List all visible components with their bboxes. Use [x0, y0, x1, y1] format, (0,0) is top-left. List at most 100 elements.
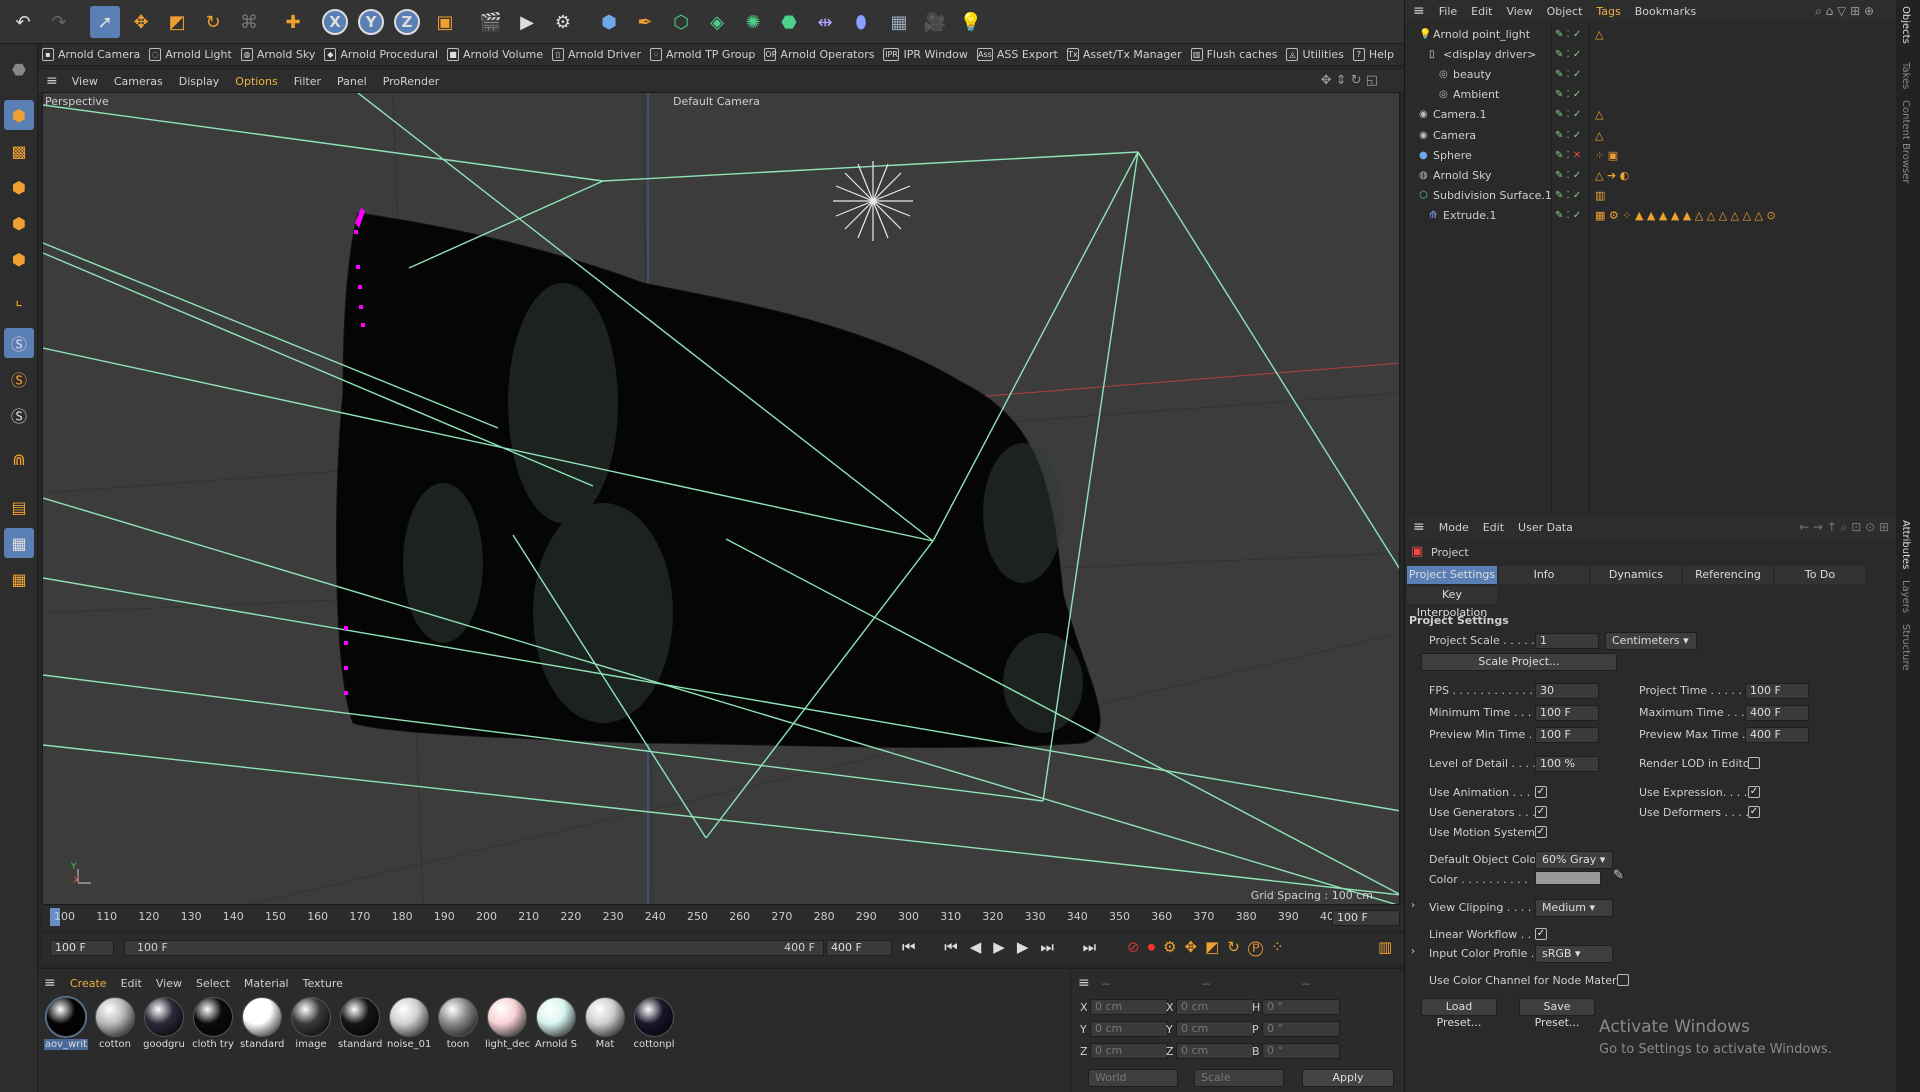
- visibility-toggle-icon[interactable]: ✎ ⁚ ✓: [1555, 29, 1581, 40]
- max-time-field[interactable]: 400 F: [1745, 705, 1809, 721]
- material-swatch[interactable]: Arnold S: [534, 997, 578, 1057]
- flush-caches-button[interactable]: ▥ Flush caches: [1190, 48, 1277, 61]
- visibility-toggle-icon[interactable]: ✎ ⁚ ✓: [1555, 109, 1581, 120]
- coord-field[interactable]: 0 cm: [1090, 1043, 1168, 1059]
- viewport-nav-icons[interactable]: ✥ ⇕ ↻ ◱: [1321, 73, 1378, 88]
- use-expression-checkbox[interactable]: ✓: [1748, 786, 1760, 798]
- menu-object[interactable]: Object: [1547, 5, 1583, 18]
- rotate-icon[interactable]: ↻: [198, 6, 228, 38]
- add-icon[interactable]: ✚: [278, 6, 308, 38]
- input-profile-dropdown[interactable]: sRGB ▾: [1535, 945, 1613, 963]
- solo-hierarchy-icon[interactable]: Ⓢ: [4, 364, 34, 394]
- object-mode-icon[interactable]: ⬢: [4, 100, 34, 130]
- menu-select[interactable]: Select: [196, 977, 230, 990]
- object-row[interactable]: 💡 Arnold point_light ✎ ⁚ ✓ △: [1405, 24, 1897, 44]
- select-icon[interactable]: ➚: [90, 6, 120, 38]
- visibility-toggle-icon[interactable]: ✎ ⁚ ✓: [1555, 130, 1581, 141]
- attributes-nav-icons[interactable]: ← → ↑ ⌕ ⊡ ⊙ ⊞: [1799, 520, 1889, 535]
- chevron-right-icon[interactable]: ›: [1411, 900, 1415, 911]
- menu-view[interactable]: View: [156, 977, 182, 990]
- workplane-icon[interactable]: ▤: [4, 492, 34, 522]
- menu-tags[interactable]: Tags: [1596, 5, 1620, 18]
- material-swatch[interactable]: aov_writ: [44, 996, 88, 1057]
- visibility-toggle-icon[interactable]: ✎ ⁚ ✓: [1555, 210, 1581, 221]
- scale-project-button[interactable]: Scale Project...: [1421, 653, 1617, 671]
- tab-info[interactable]: Info: [1499, 566, 1589, 584]
- move-icon[interactable]: ✥: [126, 6, 156, 38]
- material-swatch[interactable]: cloth try: [191, 997, 235, 1057]
- menu-display[interactable]: Display: [179, 75, 220, 88]
- visibility-toggle-icon[interactable]: ✎ ⁚ ✓: [1555, 49, 1581, 60]
- start-frame-field[interactable]: 100 F: [50, 940, 114, 956]
- subdivision-icon[interactable]: ⬡: [666, 6, 696, 38]
- menu-create[interactable]: Create: [70, 977, 107, 990]
- grid-icon[interactable]: ▦: [4, 528, 34, 558]
- mograph-icon[interactable]: ✺: [738, 6, 768, 38]
- arnold-light-button[interactable]: ◌ Arnold Light: [149, 48, 232, 61]
- apply-button[interactable]: Apply: [1302, 1069, 1394, 1087]
- texture-mode-icon[interactable]: ▩: [4, 136, 34, 166]
- arnold-operators-button[interactable]: OP Arnold Operators: [764, 48, 874, 61]
- scale-dropdown[interactable]: Scale: [1194, 1069, 1284, 1087]
- fps-field[interactable]: 30: [1535, 683, 1599, 699]
- end-frame-field[interactable]: 400 F: [826, 940, 892, 956]
- coord-field[interactable]: 0 cm: [1176, 1043, 1254, 1059]
- visibility-toggle-icon[interactable]: ✎ ⁚ ✓: [1555, 170, 1581, 181]
- render-view-icon[interactable]: ▶: [512, 6, 542, 38]
- undo-icon[interactable]: ↶: [8, 6, 38, 38]
- coord-field[interactable]: 0 °: [1262, 1021, 1340, 1037]
- object-row[interactable]: ◎ beauty ✎ ⁚ ✓: [1405, 64, 1897, 84]
- coord-field[interactable]: 0 cm: [1090, 999, 1168, 1015]
- menu-filter[interactable]: Filter: [294, 75, 321, 88]
- use-generators-checkbox[interactable]: ✓: [1535, 806, 1547, 818]
- object-row[interactable]: ⟰ Extrude.1 ✎ ⁚ ✓ ▦ ⚙ ⁘ ▲ ▲ ▲ ▲ ▲ △ △ △ △ △…: [1405, 206, 1897, 226]
- side-tab-objects[interactable]: Objects: [1900, 6, 1911, 44]
- scale-icon[interactable]: ◩: [162, 6, 192, 38]
- locked-workplane-icon[interactable]: ▦: [4, 564, 34, 594]
- menu-view[interactable]: View: [72, 75, 98, 88]
- viewport-3d[interactable]: Perspective Default Camera Grid Spacing …: [42, 92, 1400, 905]
- polygons-mode-icon[interactable]: ⬢: [4, 244, 34, 274]
- menu-edit[interactable]: Edit: [1483, 521, 1504, 534]
- object-tags-icon[interactable]: △: [1595, 28, 1603, 41]
- material-swatch[interactable]: standard: [338, 997, 382, 1057]
- current-frame-field[interactable]: 100 F: [1332, 910, 1400, 926]
- project-scale-field[interactable]: 1: [1535, 633, 1599, 649]
- y-axis-button[interactable]: Y: [356, 6, 386, 38]
- deformer-icon[interactable]: ⇹: [810, 6, 840, 38]
- cloner-icon[interactable]: ⬣: [774, 6, 804, 38]
- redo-icon[interactable]: ↷: [44, 6, 74, 38]
- linear-workflow-checkbox[interactable]: ✓: [1535, 928, 1547, 940]
- hamburger-icon[interactable]: ≡: [1413, 3, 1425, 19]
- material-swatch[interactable]: cotton: [93, 997, 137, 1057]
- tab-key-interpolation[interactable]: Key Interpolation: [1407, 586, 1497, 619]
- load-preset-button[interactable]: Load Preset...: [1421, 998, 1497, 1029]
- menu-edit[interactable]: Edit: [121, 977, 142, 990]
- arnold-tp-group-button[interactable]: ⁘ Arnold TP Group: [649, 48, 755, 61]
- snap-icon[interactable]: ⋒: [4, 444, 34, 474]
- array-icon[interactable]: ◈: [702, 6, 732, 38]
- side-tab-layers[interactable]: Layers: [1900, 580, 1911, 613]
- use-motion-checkbox[interactable]: ✓: [1535, 826, 1547, 838]
- model-mode-icon[interactable]: ⬣: [4, 54, 34, 84]
- material-swatch[interactable]: light_dec: [485, 997, 530, 1057]
- ass-export-button[interactable]: Ass ASS Export: [976, 48, 1058, 61]
- hamburger-icon[interactable]: ≡: [1078, 975, 1090, 991]
- arnold-sky-button[interactable]: ◍ Arnold Sky: [240, 48, 315, 61]
- save-preset-button[interactable]: Save Preset...: [1519, 998, 1595, 1029]
- eyedropper-icon[interactable]: ✎: [1613, 868, 1624, 883]
- hamburger-icon[interactable]: ≡: [44, 975, 56, 991]
- object-tags-icon[interactable]: ⁘ ▣: [1595, 149, 1618, 162]
- transport-buttons[interactable]: ⏮ ⏮◀▶▶⏭ ⏭: [902, 938, 1108, 956]
- timeline-mode-icon[interactable]: ▥: [1378, 938, 1392, 956]
- unit-dropdown[interactable]: Centimeters ▾: [1605, 632, 1697, 650]
- object-row[interactable]: ● Sphere ✎ ⁚ ✕ ⁘ ▣: [1405, 145, 1897, 165]
- material-swatch[interactable]: image: [289, 997, 333, 1057]
- object-row[interactable]: ◎ Ambient ✎ ⁚ ✓: [1405, 85, 1897, 105]
- recent-tools-icon[interactable]: ⌘: [234, 6, 264, 38]
- asset-tx-manager-button[interactable]: Tx Asset/Tx Manager: [1066, 48, 1182, 61]
- menu-prorender[interactable]: ProRender: [383, 75, 440, 88]
- arnold-camera-button[interactable]: ▪ Arnold Camera: [42, 48, 140, 61]
- menu-user-data[interactable]: User Data: [1518, 521, 1573, 534]
- tab-project-settings[interactable]: Project Settings: [1407, 566, 1497, 584]
